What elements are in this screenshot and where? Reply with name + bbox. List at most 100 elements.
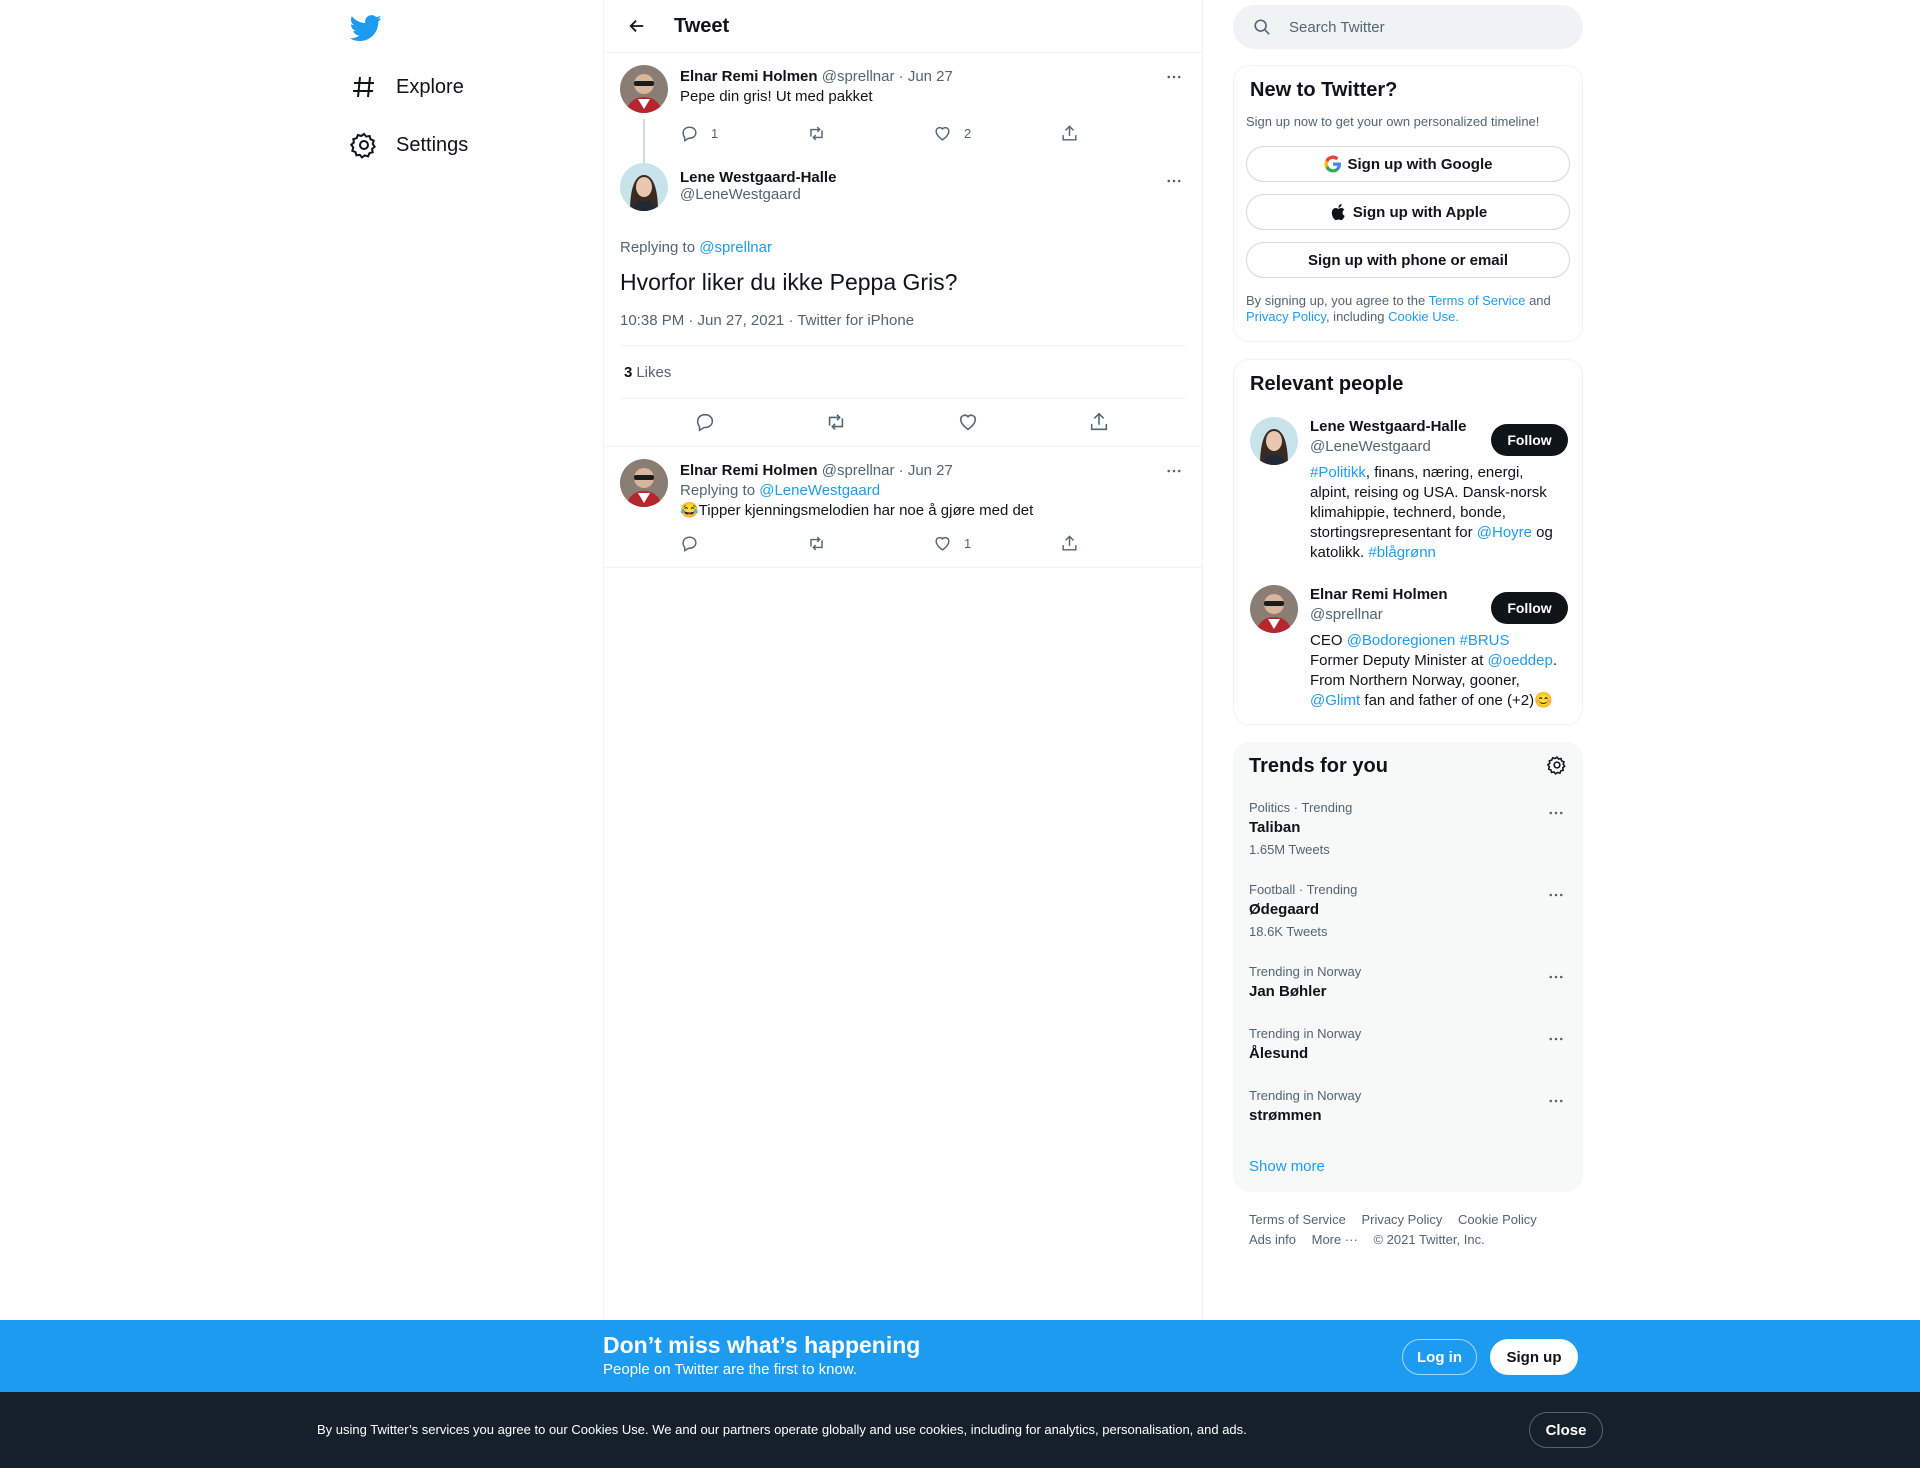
author-name[interactable]: Elnar Remi Holmen xyxy=(680,68,818,85)
avatar[interactable] xyxy=(1250,417,1298,465)
share-button[interactable] xyxy=(1060,534,1187,553)
terms-link[interactable]: Terms of Service xyxy=(1429,293,1526,308)
show-more-link[interactable]: Show more xyxy=(1249,1158,1325,1175)
reply-button[interactable]: 1 xyxy=(680,124,807,143)
like-button[interactable]: 1 xyxy=(933,534,1060,553)
bio-link[interactable]: @Bodoregionen xyxy=(1347,632,1456,649)
more-options-icon[interactable] xyxy=(1162,169,1186,193)
signup-google-button[interactable]: Sign up with Google xyxy=(1246,146,1570,182)
author-handle[interactable]: @LeneWestgaard xyxy=(680,186,1186,203)
reply-icon xyxy=(682,535,697,552)
more-options-icon[interactable] xyxy=(1545,802,1567,824)
share-icon[interactable] xyxy=(1088,411,1112,435)
close-button[interactable]: Close xyxy=(1529,1412,1603,1448)
retweet-icon[interactable] xyxy=(825,411,849,435)
trend-name: Ødegaard xyxy=(1249,901,1320,918)
search-input[interactable] xyxy=(1289,18,1549,36)
nav-settings[interactable]: Settings xyxy=(350,125,468,165)
bio-link[interactable]: @Glimt xyxy=(1310,692,1360,709)
reply-tweet[interactable]: Elnar Remi Holmen @sprellnar · Jun 27 Re… xyxy=(604,446,1202,568)
gear-icon[interactable] xyxy=(1547,755,1567,775)
tweet-meta[interactable]: 10:38 PM · Jun 27, 2021 · Twitter for iP… xyxy=(620,312,1186,346)
footer-ads-link[interactable]: Ads info xyxy=(1249,1232,1296,1247)
like-button[interactable]: 2 xyxy=(933,124,1060,143)
relevant-people-card: Relevant people Lene Westgaard-Halle @Le… xyxy=(1233,359,1583,725)
bio-link[interactable]: #blågrønn xyxy=(1368,544,1436,561)
author-name[interactable]: Lene Westgaard-Halle xyxy=(680,169,1186,186)
twitter-bird-icon[interactable] xyxy=(350,12,382,44)
replying-to-link[interactable]: @LeneWestgaard xyxy=(759,482,880,499)
avatar[interactable] xyxy=(1250,585,1298,633)
reply-button[interactable] xyxy=(680,534,807,553)
heart-icon[interactable] xyxy=(957,411,981,435)
bio-link[interactable]: @Hoyre xyxy=(1477,524,1532,541)
more-options-icon[interactable] xyxy=(1545,884,1567,906)
more-options-icon[interactable] xyxy=(1545,1090,1567,1112)
avatar[interactable] xyxy=(620,163,668,211)
banner-subtitle: People on Twitter are the first to know. xyxy=(603,1361,858,1378)
card-title: Trends for you xyxy=(1249,755,1388,777)
nav-explore[interactable]: Explore xyxy=(350,67,464,107)
retweet-icon xyxy=(809,536,823,550)
share-button[interactable] xyxy=(1060,124,1187,143)
tweet-date[interactable]: Jun 27 xyxy=(908,68,953,85)
banner-title: Don’t miss what’s happening xyxy=(603,1332,921,1358)
parent-tweet[interactable]: Elnar Remi Holmen @sprellnar · Jun 27 Pe… xyxy=(604,53,1202,211)
footer-cookie-link[interactable]: Cookie Policy xyxy=(1458,1212,1537,1227)
person-name[interactable]: Elnar Remi Holmen xyxy=(1310,585,1485,605)
main-column: Tweet Elnar Remi Holmen @sprellnar · Jun… xyxy=(603,0,1203,1320)
footer-more-link[interactable]: More ··· xyxy=(1312,1232,1358,1247)
bio-link[interactable]: @oeddep xyxy=(1488,652,1553,669)
privacy-link[interactable]: Privacy Policy xyxy=(1246,309,1326,324)
signup-phone-label: Sign up with phone or email xyxy=(1307,251,1508,269)
signup-apple-button[interactable]: Sign up with Apple xyxy=(1246,194,1570,230)
trend-name: Jan Bøhler xyxy=(1249,983,1327,1000)
replying-to-link[interactable]: @sprellnar xyxy=(699,239,772,256)
more-options-icon[interactable] xyxy=(1162,65,1186,89)
tweet-date[interactable]: Jun 27 xyxy=(908,462,953,479)
login-button[interactable]: Log in xyxy=(1402,1339,1477,1375)
retweet-button[interactable] xyxy=(807,124,934,143)
trend-item[interactable]: Trending in Norway strømmen xyxy=(1249,1088,1567,1126)
back-arrow-icon[interactable] xyxy=(620,9,654,43)
search-box[interactable] xyxy=(1233,5,1583,49)
author-handle[interactable]: @sprellnar xyxy=(822,462,895,479)
person-handle[interactable]: @sprellnar xyxy=(1310,605,1485,625)
person-row[interactable]: Elnar Remi Holmen @sprellnar CEO @Bodore… xyxy=(1250,585,1568,711)
cookie-link[interactable]: Cookie Use. xyxy=(1388,309,1459,324)
author-handle[interactable]: @sprellnar xyxy=(822,68,895,85)
trend-item[interactable]: Politics · Trending Taliban 1.65M Tweets xyxy=(1249,800,1567,858)
trend-item[interactable]: Trending in Norway Ålesund xyxy=(1249,1026,1567,1064)
google-icon xyxy=(1324,155,1348,173)
footer-terms-link[interactable]: Terms of Service xyxy=(1249,1212,1346,1227)
tweet-text: Pepe din gris! Ut med pakket xyxy=(680,88,873,105)
trend-context: Trending in Norway xyxy=(1249,1088,1362,1103)
reply-icon[interactable] xyxy=(694,411,718,435)
bio-link[interactable]: #Politikk xyxy=(1310,464,1366,481)
retweet-button[interactable] xyxy=(807,534,934,553)
avatar[interactable] xyxy=(620,459,668,507)
more-options-icon[interactable] xyxy=(1545,1028,1567,1050)
person-row[interactable]: Lene Westgaard-Halle @LeneWestgaard #Pol… xyxy=(1250,417,1568,563)
follow-button[interactable]: Follow xyxy=(1491,424,1568,456)
footer-copyright: © 2021 Twitter, Inc. xyxy=(1373,1232,1485,1247)
signup-button[interactable]: Sign up xyxy=(1490,1339,1578,1375)
person-name[interactable]: Lene Westgaard-Halle xyxy=(1310,417,1485,437)
more-options-icon[interactable] xyxy=(1162,459,1186,483)
follow-button[interactable]: Follow xyxy=(1491,592,1568,624)
footer-privacy-link[interactable]: Privacy Policy xyxy=(1361,1212,1442,1227)
replying-label: Replying to xyxy=(680,482,756,499)
author-name[interactable]: Elnar Remi Holmen xyxy=(680,462,818,479)
likes-label: Likes xyxy=(636,363,672,381)
avatar[interactable] xyxy=(620,65,668,113)
tweet-text: 😂Tipper kjenningsmelodien har noe å gjør… xyxy=(680,502,1034,519)
person-handle[interactable]: @LeneWestgaard xyxy=(1310,437,1485,457)
trend-item[interactable]: Football · Trending Ødegaard 18.6K Tweet… xyxy=(1249,882,1567,940)
likes-stat[interactable]: 3 Likes xyxy=(620,346,1186,399)
more-options-icon[interactable] xyxy=(1545,966,1567,988)
bio-link[interactable]: #BRUS xyxy=(1460,632,1510,649)
replying-to: Replying to @sprellnar xyxy=(620,239,1186,256)
signup-phone-button[interactable]: Sign up with phone or email xyxy=(1246,242,1570,278)
trend-item[interactable]: Trending in Norway Jan Bøhler xyxy=(1249,964,1567,1002)
signup-banner: Don’t miss what’s happening People on Tw… xyxy=(0,1320,1920,1392)
